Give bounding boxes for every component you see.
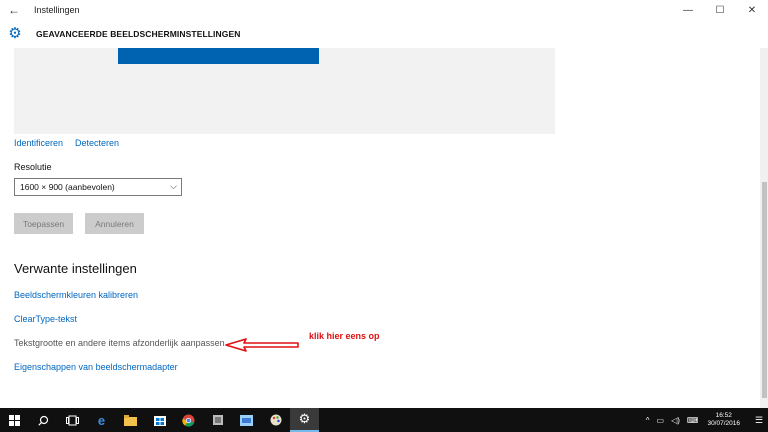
chevron-down-icon: ⌵ bbox=[170, 181, 177, 191]
detect-link[interactable]: Detecteren bbox=[75, 138, 119, 148]
system-tray: ^ ▭ ◁) ⌨ 16:52 30/07/2016 ☰ bbox=[646, 408, 768, 432]
title-bar: ← Instellingen — ☐ ✕ bbox=[0, 0, 768, 20]
cancel-button[interactable]: Annuleren bbox=[85, 213, 144, 234]
adapter-properties-link[interactable]: Eigenschappen van beeldschermadapter bbox=[14, 362, 178, 372]
annotation-label: klik hier eens op bbox=[309, 331, 380, 341]
back-arrow-icon[interactable]: ← bbox=[0, 0, 28, 20]
maximize-button[interactable]: ☐ bbox=[704, 0, 736, 20]
gear-icon: ⚙ bbox=[8, 25, 22, 42]
close-button[interactable]: ✕ bbox=[736, 0, 768, 20]
monitor-thumbnail[interactable] bbox=[118, 48, 319, 64]
paint-icon[interactable] bbox=[261, 408, 290, 432]
volume-icon[interactable]: ◁) bbox=[671, 416, 680, 425]
clock-date: 30/07/2016 bbox=[707, 420, 740, 427]
page-header: ⚙ GEAVANCEERDE BEELDSCHERMINSTELLINGEN bbox=[0, 22, 768, 46]
identify-link[interactable]: Identificeren bbox=[14, 138, 63, 148]
network-icon[interactable]: ▭ bbox=[657, 416, 665, 425]
calibrate-colors-link[interactable]: Beeldschermkleuren kalibreren bbox=[14, 290, 138, 300]
app-title: Instellingen bbox=[34, 5, 80, 15]
resolution-dropdown[interactable]: 1600 × 900 (aanbevolen) ⌵ bbox=[14, 178, 182, 196]
chrome-icon[interactable] bbox=[174, 408, 203, 432]
scrollbar-thumb[interactable] bbox=[762, 182, 767, 398]
display-preview bbox=[14, 48, 555, 134]
annotation-arrow-icon bbox=[225, 338, 299, 352]
window-controls: — ☐ ✕ bbox=[672, 0, 768, 20]
chevron-up-icon[interactable]: ^ bbox=[646, 416, 650, 425]
clock[interactable]: 16:52 30/07/2016 bbox=[707, 412, 740, 428]
settings-window: ← Instellingen — ☐ ✕ ⚙ GEAVANCEERDE BEEL… bbox=[0, 0, 768, 408]
store-icon[interactable] bbox=[145, 408, 174, 432]
resolution-value: 1600 × 900 (aanbevolen) bbox=[20, 182, 115, 192]
clock-time: 16:52 bbox=[715, 412, 732, 419]
windows-logo-icon[interactable] bbox=[0, 408, 29, 432]
apply-button[interactable]: Toepassen bbox=[14, 213, 73, 234]
cleartype-link[interactable]: ClearType-tekst bbox=[14, 314, 77, 324]
search-icon[interactable] bbox=[29, 408, 58, 432]
notification-center-icon[interactable]: ☰ bbox=[750, 408, 768, 432]
minimize-button[interactable]: — bbox=[672, 0, 704, 20]
app-icon[interactable] bbox=[203, 408, 232, 432]
related-settings-heading: Verwante instellingen bbox=[14, 261, 137, 276]
keyboard-icon[interactable]: ⌨ bbox=[687, 416, 699, 425]
display-actions: Identificeren Detecteren bbox=[14, 138, 119, 148]
resolution-label: Resolutie bbox=[14, 162, 52, 172]
file-explorer-icon[interactable] bbox=[116, 408, 145, 432]
text-size-link[interactable]: Tekstgrootte en andere items afzonderlij… bbox=[14, 338, 225, 348]
app-icon-2[interactable] bbox=[232, 408, 261, 432]
settings-taskbar-icon[interactable]: ⚙ bbox=[290, 408, 319, 432]
vertical-scrollbar[interactable] bbox=[760, 48, 768, 408]
page-title: GEAVANCEERDE BEELDSCHERMINSTELLINGEN bbox=[36, 29, 241, 39]
edge-icon[interactable]: e bbox=[87, 408, 116, 432]
taskbar: e ⚙ ^ ▭ ◁) ⌨ 16:52 30/07/2016 ☰ bbox=[0, 408, 768, 432]
task-view-icon[interactable] bbox=[58, 408, 87, 432]
